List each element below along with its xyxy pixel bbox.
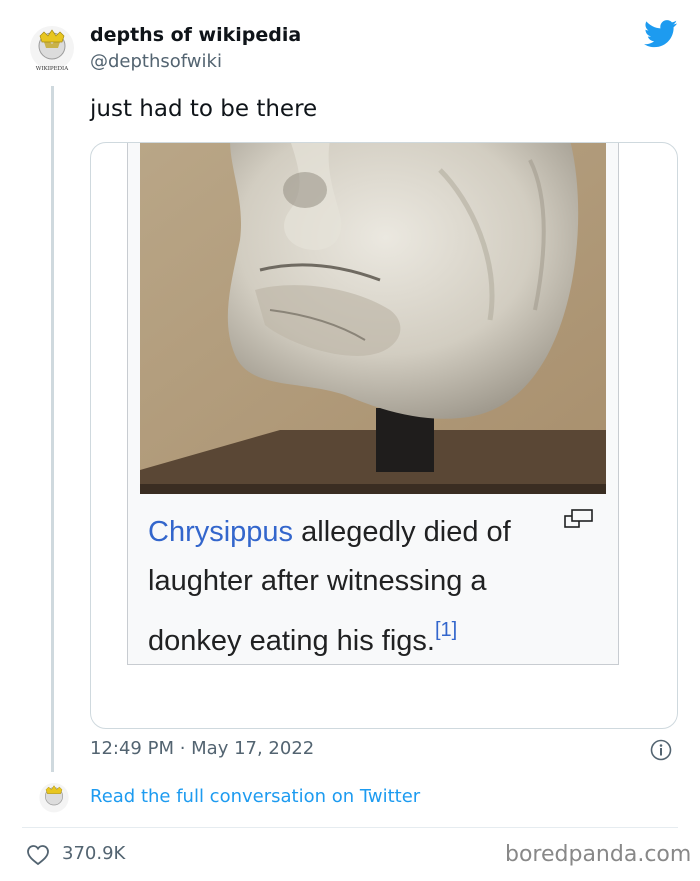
avatar-wordmark: WIKIPEDIA <box>36 66 69 72</box>
chrysippus-bust-image <box>140 143 606 494</box>
small-avatar[interactable] <box>34 779 74 819</box>
wikipedia-globe-icon <box>39 783 69 813</box>
read-conversation-link[interactable]: Read the full conversation on Twitter <box>90 786 420 807</box>
thread-line <box>51 86 54 772</box>
author-avatar[interactable]: WIKIPEDIA <box>22 20 82 80</box>
media-card[interactable]: Chrysippus allegedly died of laughter af… <box>90 142 678 729</box>
tweet-text: just had to be there <box>90 96 318 122</box>
wiki-thumbnail: Chrysippus allegedly died of laughter af… <box>127 143 619 666</box>
citation-link[interactable]: [1] <box>435 619 457 641</box>
twitter-bird-icon[interactable] <box>644 20 678 48</box>
tweet-timestamp[interactable]: 12:49 PM · May 17, 2022 <box>90 738 314 759</box>
wikipedia-globe-icon: WIKIPEDIA <box>30 26 74 72</box>
bust-photo <box>140 143 606 494</box>
like-count: 370.9K <box>62 843 126 864</box>
author-handle[interactable]: @depthsofwiki <box>90 51 222 72</box>
watermark: boredpanda.com <box>505 842 692 867</box>
author-name[interactable]: depths of wikipedia <box>90 24 301 46</box>
divider <box>22 827 678 828</box>
caption-link-chrysippus[interactable]: Chrysippus <box>148 516 293 548</box>
info-icon[interactable] <box>650 739 672 761</box>
heart-icon[interactable] <box>26 843 50 867</box>
image-caption: Chrysippus allegedly died of laughter af… <box>148 508 578 666</box>
